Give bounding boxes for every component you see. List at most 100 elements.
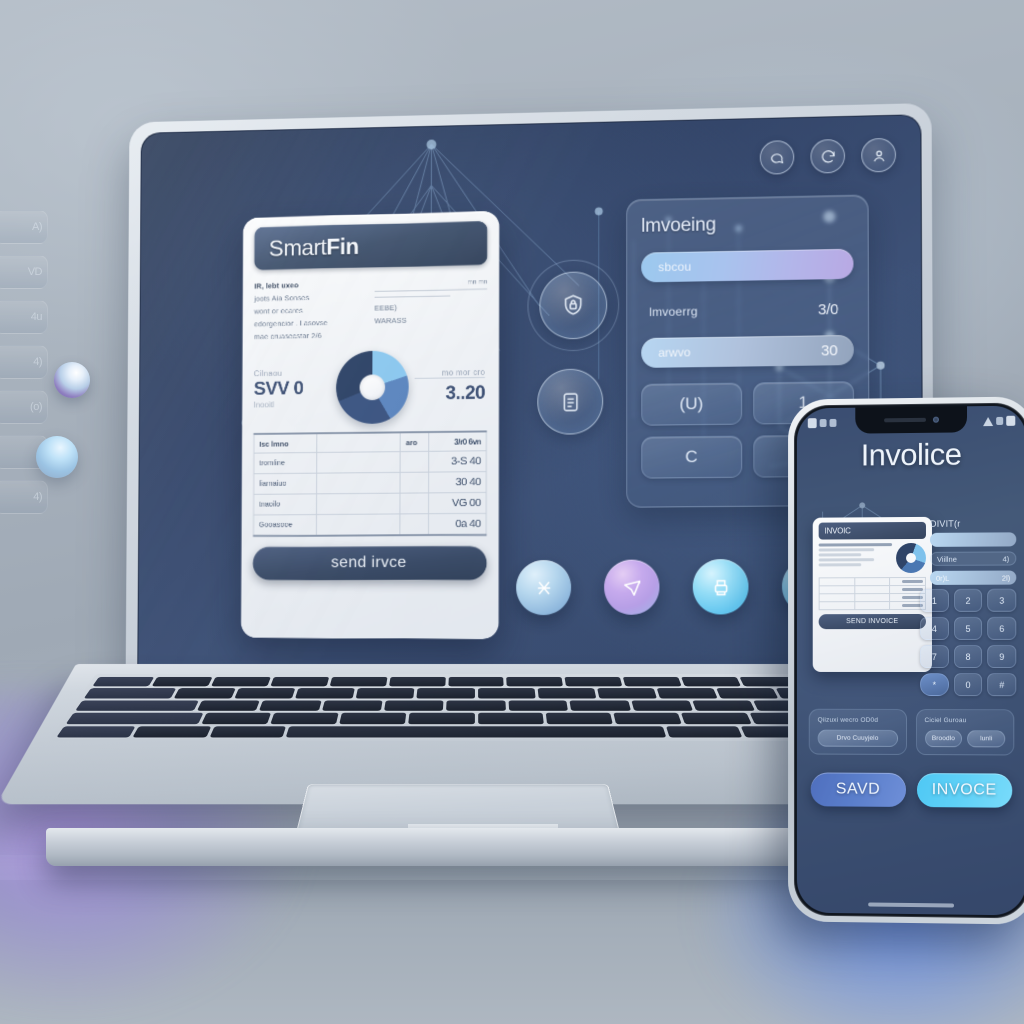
share-button[interactable] (516, 560, 572, 616)
user-circle-icon[interactable] (861, 137, 897, 173)
keypad-key-0[interactable]: 0 (953, 673, 983, 697)
send-button[interactable] (604, 559, 660, 615)
phone-summary-title: DIVIT(r (929, 518, 961, 529)
key[interactable] (151, 676, 213, 687)
keypad-key-6[interactable]: 6 (987, 616, 1017, 640)
keypad-key-5[interactable]: 5 (953, 616, 983, 640)
key[interactable] (716, 688, 779, 699)
key[interactable] (569, 700, 631, 711)
cell-desc (316, 513, 401, 536)
key[interactable] (383, 700, 444, 711)
keypad-key-hash[interactable]: # (987, 673, 1017, 697)
key[interactable] (295, 688, 356, 699)
keypad-key-3[interactable]: 3 (987, 588, 1017, 612)
cell-amount (889, 577, 926, 586)
keyboard[interactable] (48, 674, 904, 742)
row-value: 4) (1002, 553, 1010, 564)
phone-summary-row[interactable]: Viillne 4) (929, 551, 1017, 566)
phone-invoice-summary (818, 542, 926, 574)
table-row (819, 601, 926, 610)
key[interactable] (545, 712, 613, 724)
key[interactable] (692, 700, 756, 711)
key[interactable] (630, 700, 693, 711)
keypad-key[interactable]: (U) (641, 382, 742, 426)
key[interactable] (92, 676, 155, 687)
key[interactable] (200, 712, 271, 724)
key[interactable] (234, 688, 296, 699)
keypad-key[interactable]: C (641, 435, 742, 479)
key[interactable] (665, 726, 743, 738)
keypad-key-4[interactable]: 4 (919, 616, 949, 640)
phone-summary-row[interactable] (929, 532, 1017, 547)
primary-pill-button[interactable]: sbcou (641, 248, 854, 283)
key[interactable] (329, 676, 388, 687)
key[interactable] (537, 688, 597, 699)
divider (374, 288, 488, 292)
key[interactable] (564, 676, 623, 687)
key[interactable] (477, 712, 544, 724)
key[interactable] (597, 688, 657, 699)
keypad-key-star[interactable]: * (919, 673, 949, 697)
key[interactable] (408, 712, 475, 724)
invoice-meta: IR, lebt uxeo joots Aia Sonses wont or e… (254, 276, 487, 344)
key[interactable] (83, 688, 176, 699)
cell-amount: VG 00 (428, 492, 487, 514)
key[interactable] (74, 700, 199, 711)
laptop-device: SmartFin IR, lebt uxeo joots Aia Sonses … (0, 102, 956, 908)
send-invoice-button[interactable]: send irvce (252, 545, 487, 580)
key[interactable] (477, 688, 536, 699)
key[interactable] (196, 700, 260, 711)
key[interactable] (447, 676, 505, 687)
key[interactable] (508, 700, 569, 711)
phone-invoice-card: INVOIC SEND INVOICE (812, 516, 932, 673)
keypad-key-1[interactable]: 1 (919, 588, 949, 612)
card-chip[interactable]: Broodlo (924, 730, 963, 748)
text-line (818, 548, 875, 552)
keypad-key-8[interactable]: 8 (953, 644, 983, 669)
secondary-pill-button[interactable]: arwvo 30 (641, 334, 854, 368)
key[interactable] (65, 712, 203, 724)
key[interactable] (681, 712, 752, 724)
amount-bar (901, 580, 923, 583)
card-chip[interactable]: Drvo Cuuyjelo (817, 729, 898, 747)
table-row: tnaoilo VG 00 (253, 492, 487, 515)
key[interactable] (355, 688, 415, 699)
key[interactable] (446, 700, 506, 711)
key[interactable] (209, 726, 287, 738)
key[interactable] (613, 712, 682, 724)
key[interactable] (56, 726, 137, 738)
key[interactable] (132, 726, 212, 738)
cell (854, 593, 890, 602)
logo-suffix: Fin (326, 232, 359, 260)
keypad-key-9[interactable]: 9 (987, 644, 1017, 669)
key[interactable] (623, 676, 682, 687)
key[interactable] (259, 700, 322, 711)
keypad-key-7[interactable]: 7 (919, 644, 949, 669)
key[interactable] (416, 688, 475, 699)
save-button[interactable]: SAVD (810, 772, 906, 807)
key[interactable] (681, 676, 742, 687)
card-chip[interactable]: lunli (967, 730, 1006, 748)
key[interactable] (270, 712, 339, 724)
location-icon (983, 416, 994, 426)
kpi-right: mo mor cro 3..20 (414, 367, 487, 405)
spacebar[interactable] (285, 726, 667, 738)
key[interactable] (339, 712, 407, 724)
chat-bubble-icon[interactable] (759, 140, 795, 175)
key[interactable] (321, 700, 383, 711)
key[interactable] (506, 676, 564, 687)
cell-amount: 30 40 (428, 471, 487, 493)
invoice-button[interactable]: INVOCE (916, 773, 1013, 808)
refresh-icon[interactable] (810, 138, 846, 174)
key[interactable] (173, 688, 236, 699)
print-button[interactable] (692, 559, 749, 615)
keypad-key-2[interactable]: 2 (953, 588, 983, 612)
phone-send-invoice-button[interactable]: SEND INVOICE (818, 613, 926, 630)
key[interactable] (270, 676, 329, 687)
key[interactable] (210, 676, 271, 687)
base-front-edge (46, 828, 906, 866)
key[interactable] (388, 676, 446, 687)
phone-summary-row[interactable]: 0r)L 2l) (929, 570, 1017, 585)
key[interactable] (656, 688, 718, 699)
home-indicator[interactable] (868, 902, 954, 908)
